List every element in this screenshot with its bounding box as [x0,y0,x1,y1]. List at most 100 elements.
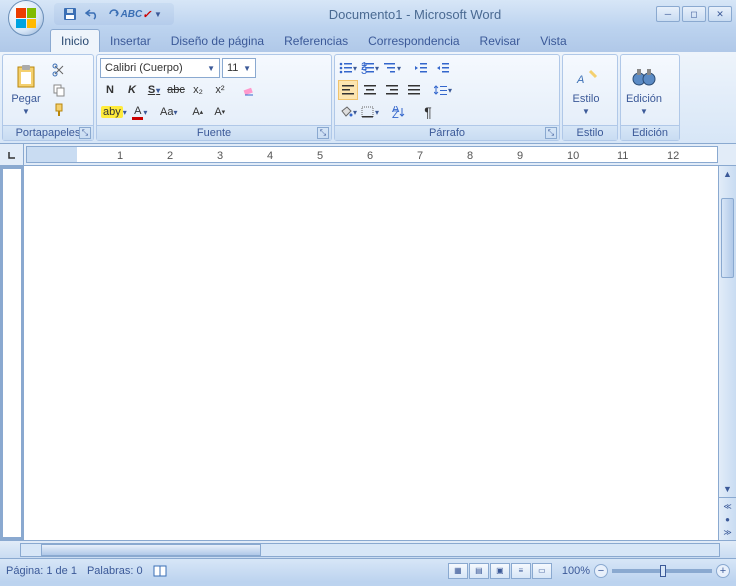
language-status[interactable] [153,565,167,577]
highlight-button[interactable]: aby▾ [100,102,128,122]
view-buttons: ▦ ▤ ▣ ≡ ▭ [448,563,552,579]
font-group-label: Fuente [197,127,231,139]
office-button[interactable] [8,0,44,36]
tab-correspondencia[interactable]: Correspondencia [358,30,469,52]
editing-button[interactable]: Edición▼ [623,57,665,123]
superscript-button[interactable]: x² [210,80,230,100]
borders-button[interactable]: ▾ [360,102,380,122]
bullets-icon [339,62,353,74]
binoculars-icon [630,63,658,91]
web-view[interactable]: ▣ [490,563,510,579]
horizontal-scrollbar[interactable] [0,540,736,558]
format-painter-button[interactable] [49,101,69,119]
qat-dropdown-icon[interactable]: ▼ [148,5,168,23]
line-spacing-button[interactable]: ▾ [433,80,453,100]
bullets-button[interactable]: ▾ [338,58,358,78]
minimize-button[interactable]: ─ [656,6,680,22]
maximize-button[interactable]: ◻ [682,6,706,22]
clipboard-group-label: Portapapeles [16,127,81,139]
align-right-button[interactable] [382,80,402,100]
zoom-control: 100% − + [562,564,730,578]
save-icon[interactable] [60,5,80,23]
close-button[interactable]: ✕ [708,6,732,22]
zoom-slider[interactable] [612,569,712,573]
eraser-icon [242,83,256,97]
print-layout-view[interactable]: ▦ [448,563,468,579]
clipboard-launcher[interactable]: ⤡ [79,127,91,139]
align-center-button[interactable] [360,80,380,100]
ribbon-tabs: Inicio Insertar Diseño de página Referen… [0,28,736,52]
clear-formatting-button[interactable] [239,80,259,100]
scissors-icon [52,63,66,77]
change-case-button[interactable]: Aa▾ [159,102,179,122]
cut-button[interactable] [49,61,69,79]
scroll-up-icon[interactable]: ▲ [719,166,736,182]
word-count[interactable]: Palabras: 0 [87,565,143,577]
tab-inicio[interactable]: Inicio [50,29,100,52]
copy-button[interactable] [49,81,69,99]
underline-button[interactable]: S▾ [144,80,164,100]
tab-vista[interactable]: Vista [530,30,576,52]
tab-diseno[interactable]: Diseño de página [161,30,274,52]
vertical-scrollbar[interactable]: ▲ ▼ ≪ ● ≫ [718,166,736,540]
zoom-in-button[interactable]: + [716,564,730,578]
document-page[interactable] [24,166,718,540]
group-paragraph: ▾ 123▾ ▾ ▾ ▾ ▾ AZ ¶ [334,54,560,141]
bold-button[interactable]: N [100,80,120,100]
show-marks-button[interactable]: ¶ [418,102,438,122]
subscript-button[interactable]: x₂ [188,80,208,100]
svg-text:3: 3 [361,65,367,74]
multilevel-button[interactable]: ▾ [382,58,402,78]
zoom-level[interactable]: 100% [562,565,590,577]
indent-icon [436,62,450,74]
group-editing: Edición▼ Edición [620,54,680,141]
font-size-select[interactable]: 11▼ [222,58,256,78]
undo-icon[interactable] [82,5,102,23]
shrink-font-button[interactable]: A▾ [210,102,230,122]
styles-icon: A [572,63,600,91]
spellcheck-icon[interactable]: ABC✓ [126,5,146,23]
styles-button[interactable]: A Estilo▼ [565,57,607,123]
draft-view[interactable]: ▭ [532,563,552,579]
decrease-indent-button[interactable] [411,58,431,78]
multilevel-icon [383,62,397,74]
grow-font-button[interactable]: A▴ [188,102,208,122]
justify-button[interactable] [404,80,424,100]
copy-icon [52,83,66,97]
office-logo-icon [16,8,36,28]
font-color-button[interactable]: A▾ [130,102,150,122]
window-title: Documento1 - Microsoft Word [174,7,656,22]
shading-button[interactable]: ▾ [338,102,358,122]
font-launcher[interactable]: ⤡ [317,127,329,139]
paste-button[interactable]: Pegar▼ [5,57,47,123]
strike-button[interactable]: abc [166,80,186,100]
tab-selector[interactable] [0,144,24,165]
sort-button[interactable]: AZ [389,102,409,122]
page-status[interactable]: Página: 1 de 1 [6,565,77,577]
paragraph-launcher[interactable]: ⤡ [545,127,557,139]
browse-object-button[interactable]: ● [719,513,736,525]
tab-referencias[interactable]: Referencias [274,30,358,52]
align-left-button[interactable] [338,80,358,100]
svg-text:Z: Z [392,109,399,118]
group-styles: A Estilo▼ Estilo [562,54,618,141]
reading-view[interactable]: ▤ [469,563,489,579]
italic-button[interactable]: K [122,80,142,100]
status-bar: Página: 1 de 1 Palabras: 0 ▦ ▤ ▣ ≡ ▭ 100… [0,558,736,582]
ruler-vertical[interactable] [2,168,22,538]
zoom-out-button[interactable]: − [594,564,608,578]
numbering-button[interactable]: 123▾ [360,58,380,78]
increase-indent-button[interactable] [433,58,453,78]
next-page-button[interactable]: ≫ [719,526,736,538]
tab-revisar[interactable]: Revisar [470,30,531,52]
numbering-icon: 123 [361,62,375,74]
outline-view[interactable]: ≡ [511,563,531,579]
hscroll-thumb[interactable] [41,544,261,556]
scroll-down-icon[interactable]: ▼ [719,481,736,497]
prev-page-button[interactable]: ≪ [719,500,736,512]
font-name-select[interactable]: Calibri (Cuerpo)▼ [100,58,220,78]
zoom-knob[interactable] [660,565,666,577]
tab-insertar[interactable]: Insertar [100,30,161,52]
vscroll-thumb[interactable] [721,198,734,278]
ruler-horizontal[interactable]: 1 2 3 4 5 6 7 8 9 10 11 12 [26,146,718,163]
